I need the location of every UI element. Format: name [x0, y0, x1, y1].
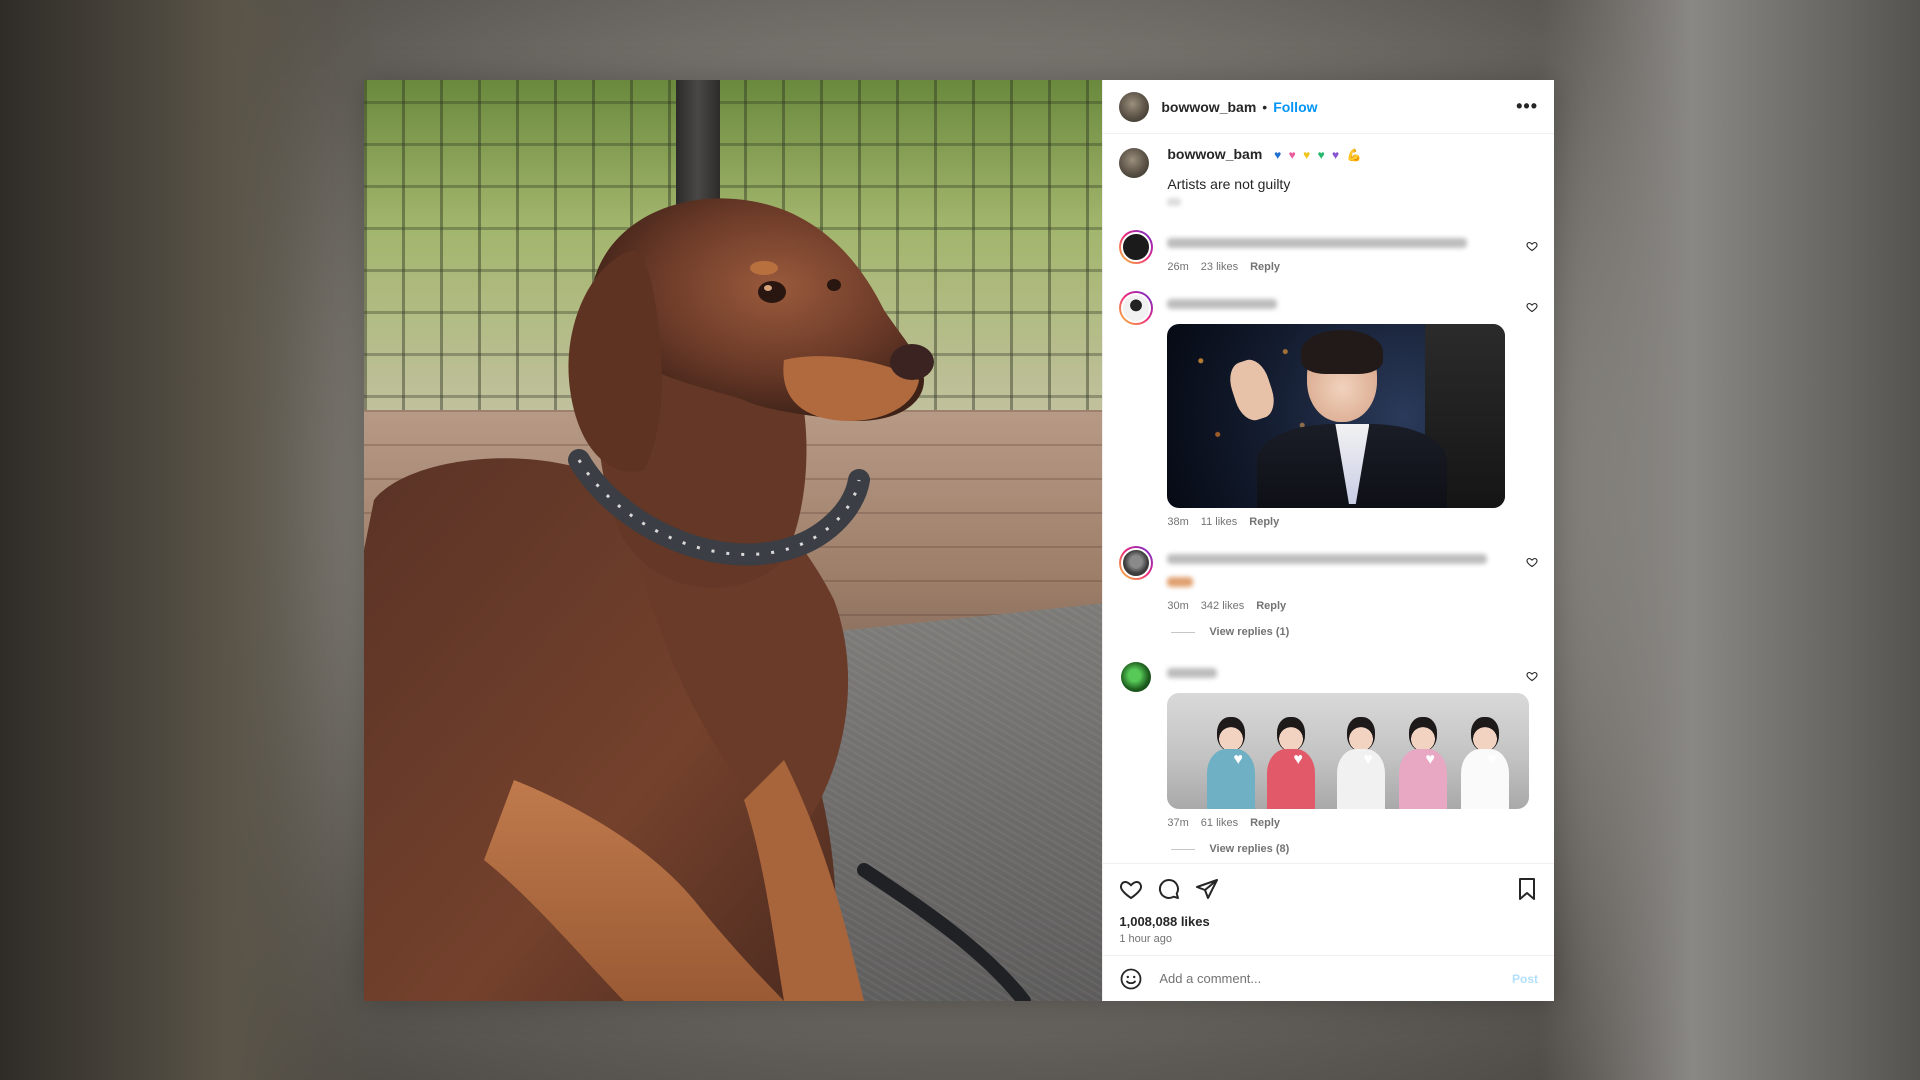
comment-icon[interactable] [1157, 877, 1181, 901]
more-options-icon[interactable]: ••• [1516, 96, 1538, 117]
post-header: bowwow_bam • Follow ••• [1103, 80, 1554, 134]
comment-text-blurred [1167, 554, 1488, 564]
doberman-dog [364, 198, 1031, 1001]
add-comment-bar: Post [1103, 955, 1554, 1001]
blue-heart-icon: ♥ [1274, 148, 1284, 162]
comment-time: 26m [1167, 261, 1189, 273]
gif-person: ♥ [1263, 717, 1319, 809]
caption: bowwow_bam ♥ ♥ ♥ ♥ ♥ 💪 Artists are not g… [1119, 146, 1538, 206]
comment-time: 37m [1167, 817, 1189, 829]
emoji-icon[interactable] [1119, 967, 1143, 991]
comment-like-heart-icon[interactable] [1526, 670, 1538, 682]
comment-item: ♥ ♥ ♥ ♥ ♥ 37m 61 likes Reply [1119, 660, 1538, 829]
yellow-heart-icon: ♥ [1303, 148, 1313, 162]
caption-hidden-text [1167, 198, 1182, 206]
post-photo[interactable] [364, 80, 1103, 1001]
commenter-avatar[interactable] [1119, 291, 1154, 325]
flexed-arm-icon: 💪 [1346, 148, 1364, 162]
comment-input[interactable] [1157, 970, 1512, 987]
comment-time: 38m [1167, 516, 1189, 528]
commenter-avatar[interactable] [1119, 546, 1154, 580]
comment-username-blurred [1167, 299, 1278, 309]
comment-likes[interactable]: 61 likes [1201, 817, 1238, 829]
comment-likes[interactable]: 342 likes [1201, 600, 1244, 612]
comment-gif-group[interactable]: ♥ ♥ ♥ ♥ ♥ [1167, 693, 1530, 809]
action-bar: 1,008,088 likes 1 hour ago [1103, 863, 1554, 955]
commenter-avatar[interactable] [1119, 230, 1154, 264]
caption-username[interactable]: bowwow_bam [1167, 146, 1262, 162]
comment-likes[interactable]: 11 likes [1201, 516, 1237, 528]
purple-heart-icon: ♥ [1332, 148, 1342, 162]
gif-person: ♥ [1457, 717, 1513, 809]
comment-emoji-blurred [1167, 577, 1194, 587]
green-heart-icon: ♥ [1317, 148, 1327, 162]
view-replies-label: View replies (8) [1209, 843, 1290, 855]
gif-person: ♥ [1203, 717, 1259, 809]
author-avatar[interactable] [1119, 91, 1150, 122]
comments-list[interactable]: bowwow_bam ♥ ♥ ♥ ♥ ♥ 💪 Artists are not g… [1103, 134, 1554, 863]
post-comment-button[interactable]: Post [1512, 972, 1538, 986]
follow-button[interactable]: Follow [1273, 99, 1317, 115]
author-username[interactable]: bowwow_bam [1161, 99, 1256, 115]
comment-gif-waving-man[interactable] [1167, 324, 1506, 508]
likes-count[interactable]: 1,008,088 likes [1119, 914, 1538, 929]
commenter-avatar[interactable] [1119, 660, 1153, 694]
caption-emojis: ♥ ♥ ♥ ♥ ♥ 💪 [1274, 148, 1363, 162]
heart-icon[interactable] [1119, 877, 1143, 901]
post-sidebar: bowwow_bam • Follow ••• bowwow_bam ♥ ♥ ♥… [1102, 80, 1554, 1001]
posted-time: 1 hour ago [1119, 933, 1172, 945]
reply-button[interactable]: Reply [1250, 817, 1280, 829]
caption-avatar[interactable] [1119, 148, 1150, 178]
gif-person: ♥ [1333, 717, 1389, 809]
caption-text: Artists are not guilty [1167, 176, 1291, 192]
reply-button[interactable]: Reply [1256, 600, 1286, 612]
view-replies-line [1171, 848, 1196, 850]
view-replies-line [1171, 631, 1196, 633]
reply-button[interactable]: Reply [1249, 516, 1279, 528]
view-replies-label: View replies (1) [1209, 626, 1290, 638]
send-icon[interactable] [1195, 877, 1219, 901]
pink-heart-icon: ♥ [1288, 148, 1298, 162]
comment-likes[interactable]: 23 likes [1201, 261, 1238, 273]
reply-button[interactable]: Reply [1250, 261, 1280, 273]
comment-like-heart-icon[interactable] [1526, 301, 1538, 313]
comment-text-blurred [1167, 238, 1468, 248]
instagram-post: bowwow_bam • Follow ••• bowwow_bam ♥ ♥ ♥… [364, 80, 1554, 1001]
comment-like-heart-icon[interactable] [1526, 240, 1538, 252]
comment-item: 30m 342 likes Reply [1119, 546, 1538, 612]
comment-like-heart-icon[interactable] [1526, 556, 1538, 568]
separator-dot: • [1262, 98, 1268, 115]
comment-item: 38m 11 likes Reply [1119, 291, 1538, 528]
gif-hair [1301, 330, 1384, 374]
view-replies-button[interactable]: View replies (8) [1171, 843, 1538, 855]
comment-item: 26m 23 likes Reply [1119, 230, 1538, 273]
bookmark-icon[interactable] [1516, 877, 1538, 901]
view-replies-button[interactable]: View replies (1) [1171, 626, 1538, 638]
comment-time: 30m [1167, 600, 1189, 612]
comment-username-blurred [1167, 668, 1218, 678]
gif-person: ♥ [1395, 717, 1451, 809]
